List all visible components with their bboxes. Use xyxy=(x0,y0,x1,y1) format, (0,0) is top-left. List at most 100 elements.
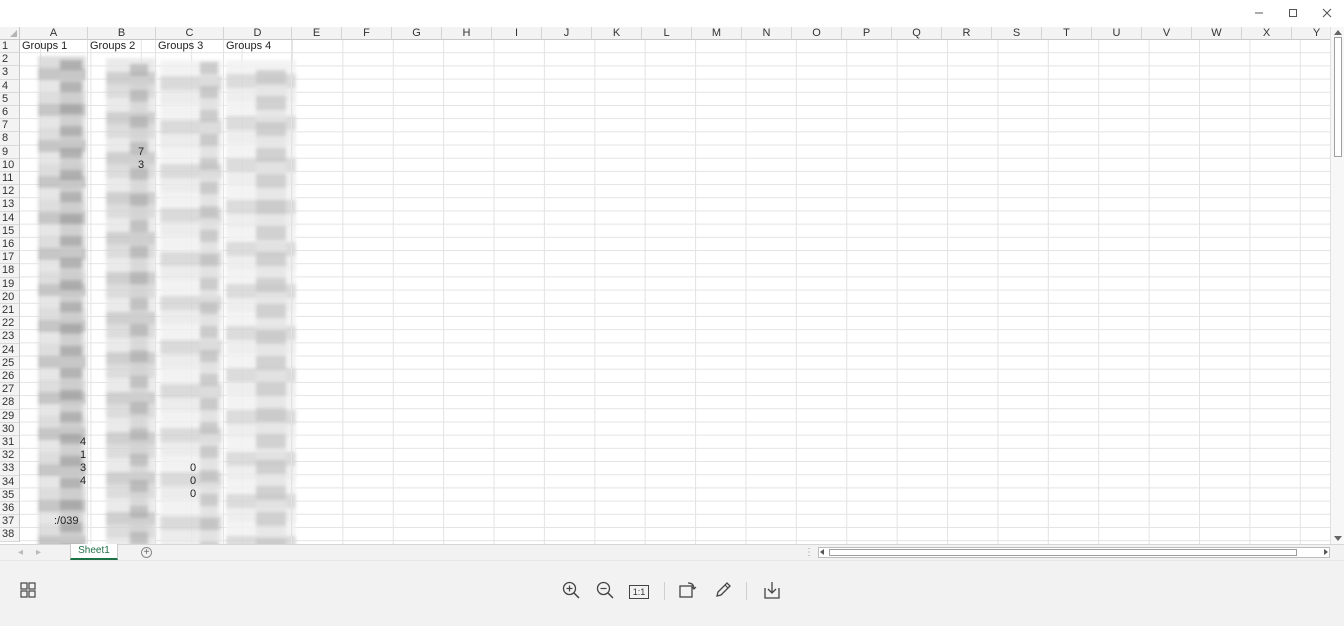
scroll-up-icon[interactable] xyxy=(1334,30,1342,35)
row-header-28[interactable]: 28 xyxy=(0,396,20,410)
edit-button[interactable] xyxy=(711,580,735,604)
tab-prev-icon[interactable]: ◂ xyxy=(18,547,23,558)
row-header-27[interactable]: 27 xyxy=(0,383,20,397)
add-sheet-button[interactable]: + xyxy=(141,547,152,558)
toolbar-divider xyxy=(664,582,665,600)
cell-d1[interactable]: Groups 4 xyxy=(224,40,292,53)
row-header-21[interactable]: 21 xyxy=(0,304,20,318)
spreadsheet-view[interactable]: ABCDEFGHIJKLMNOPQRSTUVWXY 1 2 3 4 5 6 7 8 9 10 11 1… xyxy=(0,27,1344,544)
row-header-18[interactable]: 18 xyxy=(0,264,20,278)
column-header-g[interactable]: G xyxy=(392,27,442,40)
row-header-15[interactable]: 15 xyxy=(0,224,20,238)
cell-c1[interactable]: Groups 3 xyxy=(156,40,224,53)
row-header-11[interactable]: 11 xyxy=(0,172,20,186)
horizontal-scroll-thumb[interactable] xyxy=(829,549,1297,556)
cell-a1[interactable]: Groups 1 xyxy=(20,40,88,53)
column-header-m[interactable]: M xyxy=(692,27,742,40)
row-header-9[interactable]: 9 xyxy=(0,145,20,159)
row-header-7[interactable]: 7 xyxy=(0,119,20,133)
column-header-k[interactable]: K xyxy=(592,27,642,40)
row-header-29[interactable]: 29 xyxy=(0,409,20,423)
vertical-scroll-thumb[interactable] xyxy=(1334,37,1342,157)
row-header-22[interactable]: 22 xyxy=(0,317,20,331)
column-header-p[interactable]: P xyxy=(842,27,892,40)
row-header-33[interactable]: 33 xyxy=(0,462,20,476)
cell-grid[interactable]: Groups 1 Groups 2 Groups 3 Groups 4 7 3 … xyxy=(20,40,1330,544)
row-header-35[interactable]: 35 xyxy=(0,488,20,502)
row-header-10[interactable]: 10 xyxy=(0,158,20,172)
scroll-left-icon[interactable] xyxy=(820,549,824,555)
rotate-button[interactable] xyxy=(676,580,700,604)
minimize-button[interactable] xyxy=(1248,4,1270,22)
column-header-b[interactable]: B xyxy=(88,27,156,40)
row-header-23[interactable]: 23 xyxy=(0,330,20,344)
cell-b1[interactable]: Groups 2 xyxy=(88,40,156,53)
column-header-t[interactable]: T xyxy=(1042,27,1092,40)
vertical-scrollbar[interactable] xyxy=(1330,27,1344,544)
row-header-31[interactable]: 31 xyxy=(0,436,20,450)
select-all-corner[interactable] xyxy=(0,27,20,40)
scroll-down-icon[interactable] xyxy=(1334,536,1342,541)
row-header-5[interactable]: 5 xyxy=(0,92,20,106)
column-header-u[interactable]: U xyxy=(1092,27,1142,40)
row-header-17[interactable]: 17 xyxy=(0,251,20,265)
row-header-30[interactable]: 30 xyxy=(0,422,20,436)
column-header-q[interactable]: Q xyxy=(892,27,942,40)
row-header-36[interactable]: 36 xyxy=(0,502,20,516)
row-header-26[interactable]: 26 xyxy=(0,370,20,384)
split-handle[interactable]: ⋮ xyxy=(804,547,814,558)
row-header-6[interactable]: 6 xyxy=(0,106,20,120)
actual-size-button[interactable]: 1:1 xyxy=(627,580,651,604)
column-header-i[interactable]: I xyxy=(492,27,542,40)
zoom-out-button[interactable] xyxy=(593,580,617,604)
row-header-34[interactable]: 34 xyxy=(0,475,20,489)
scroll-right-icon[interactable] xyxy=(1324,549,1328,555)
column-header-f[interactable]: F xyxy=(342,27,392,40)
row-header-37[interactable]: 37 xyxy=(0,515,20,529)
maximize-button[interactable] xyxy=(1282,4,1304,22)
column-header-h[interactable]: H xyxy=(442,27,492,40)
column-header-j[interactable]: J xyxy=(542,27,592,40)
column-header-a[interactable]: A xyxy=(20,27,88,40)
cell-fragment: 3 xyxy=(138,159,145,171)
sheet-tab-bar: ◂ ▸ Sheet1 + ⋮ xyxy=(0,544,1344,560)
column-header-r[interactable]: R xyxy=(942,27,992,40)
row-header-1[interactable]: 1 xyxy=(0,40,20,54)
column-header-v[interactable]: V xyxy=(1142,27,1192,40)
row-header-24[interactable]: 24 xyxy=(0,343,20,357)
column-header-e[interactable]: E xyxy=(292,27,342,40)
column-header-o[interactable]: O xyxy=(792,27,842,40)
close-button[interactable] xyxy=(1316,4,1338,22)
row-header-32[interactable]: 32 xyxy=(0,449,20,463)
sheet-tab[interactable]: Sheet1 xyxy=(70,544,118,560)
column-header-c[interactable]: C xyxy=(156,27,224,40)
edit-pen-icon xyxy=(713,580,733,605)
viewer-toolbar: 1:1 xyxy=(0,560,1344,626)
column-header-y[interactable]: Y xyxy=(1292,27,1330,40)
column-header-l[interactable]: L xyxy=(642,27,692,40)
row-header-16[interactable]: 16 xyxy=(0,238,20,252)
row-header-13[interactable]: 13 xyxy=(0,198,20,212)
column-header-w[interactable]: W xyxy=(1192,27,1242,40)
row-header-38[interactable]: 38 xyxy=(0,528,20,542)
column-header-s[interactable]: S xyxy=(992,27,1042,40)
row-header-8[interactable]: 8 xyxy=(0,132,20,146)
grid-view-button[interactable] xyxy=(16,580,40,604)
row-header-2[interactable]: 2 xyxy=(0,53,20,67)
row-header-20[interactable]: 20 xyxy=(0,290,20,304)
toolbar-divider xyxy=(746,582,747,600)
row-header-12[interactable]: 12 xyxy=(0,185,20,199)
horizontal-scrollbar[interactable] xyxy=(818,547,1330,558)
column-header-x[interactable]: X xyxy=(1242,27,1292,40)
row-header-25[interactable]: 25 xyxy=(0,356,20,370)
row-header-14[interactable]: 14 xyxy=(0,211,20,225)
column-header-d[interactable]: D xyxy=(224,27,292,40)
row-header-3[interactable]: 3 xyxy=(0,66,20,80)
row-header-19[interactable]: 19 xyxy=(0,277,20,291)
download-icon xyxy=(762,580,782,605)
download-button[interactable] xyxy=(760,580,784,604)
column-header-n[interactable]: N xyxy=(742,27,792,40)
tab-next-icon[interactable]: ▸ xyxy=(36,547,41,558)
row-header-4[interactable]: 4 xyxy=(0,79,20,93)
zoom-in-button[interactable] xyxy=(559,580,583,604)
